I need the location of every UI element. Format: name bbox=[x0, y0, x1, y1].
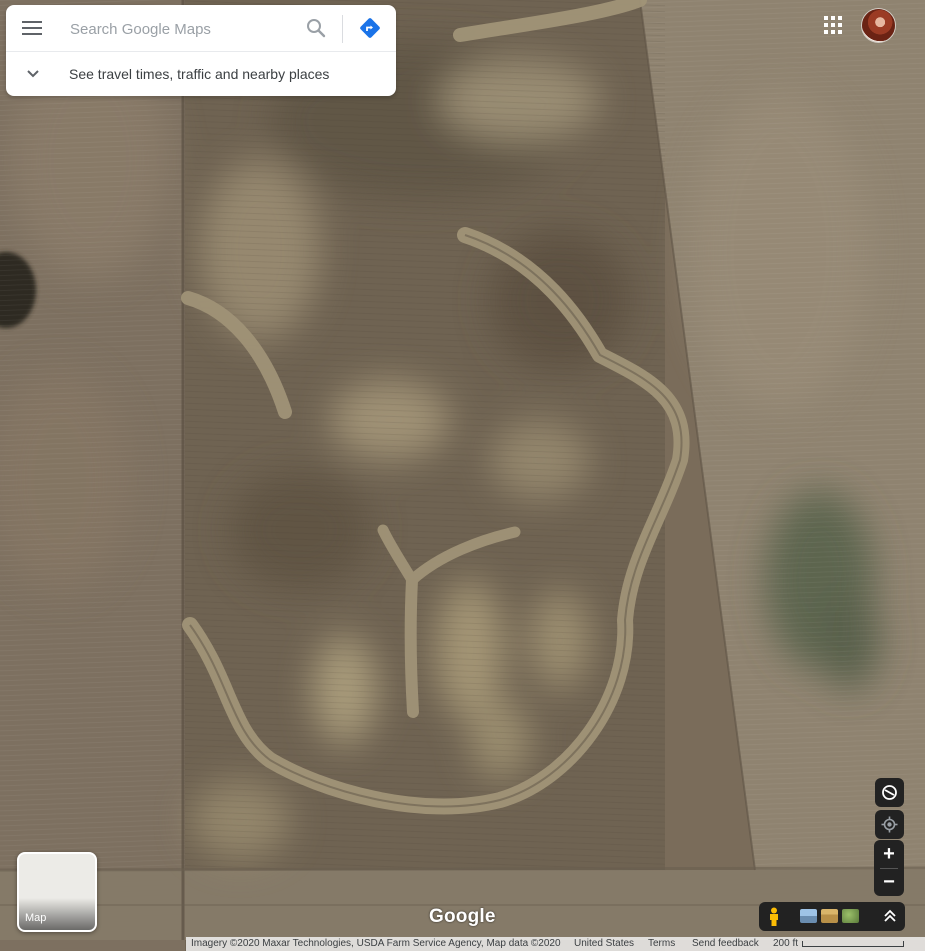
waterway-y-stem bbox=[404, 574, 419, 718]
apps-grid-icon[interactable] bbox=[824, 16, 844, 36]
directions-icon[interactable] bbox=[358, 16, 382, 40]
terms-link[interactable]: Terms bbox=[648, 938, 675, 949]
satellite-map[interactable] bbox=[0, 0, 925, 951]
travel-times-label: See travel times, traffic and nearby pla… bbox=[69, 66, 330, 82]
search-bar bbox=[6, 5, 396, 52]
rotate-view-icon bbox=[882, 785, 897, 800]
google-logo: Google bbox=[429, 906, 496, 927]
layer-toggle-label: Map bbox=[25, 912, 47, 924]
map-layer-toggle[interactable]: Map bbox=[17, 852, 97, 932]
imagery-thumb-2[interactable] bbox=[821, 909, 838, 923]
bottom-tray bbox=[759, 902, 905, 931]
chevron-down-icon bbox=[27, 70, 39, 78]
zoom-in-button[interactable]: + bbox=[874, 840, 904, 868]
search-icon[interactable] bbox=[304, 16, 328, 40]
expand-up-icon[interactable] bbox=[882, 908, 898, 924]
search-input[interactable] bbox=[68, 15, 292, 43]
zoom-controls: + − bbox=[874, 840, 904, 896]
send-feedback-link[interactable]: Send feedback bbox=[692, 938, 759, 949]
footer-bar: Imagery ©2020 Maxar Technologies, USDA F… bbox=[186, 937, 925, 951]
menu-icon[interactable] bbox=[20, 17, 44, 39]
country-link[interactable]: United States bbox=[574, 938, 634, 949]
scale-label[interactable]: 200 ft bbox=[773, 938, 798, 949]
my-location-icon bbox=[881, 816, 898, 833]
zoom-out-button[interactable]: − bbox=[874, 868, 904, 896]
account-avatar[interactable] bbox=[862, 9, 895, 42]
travel-times-toggle[interactable]: See travel times, traffic and nearby pla… bbox=[6, 52, 396, 96]
street-view-pegman-icon[interactable] bbox=[767, 907, 781, 927]
search-panel: See travel times, traffic and nearby pla… bbox=[6, 5, 396, 96]
search-divider bbox=[342, 15, 343, 43]
imagery-thumb-3[interactable] bbox=[842, 909, 859, 923]
imagery-attribution: Imagery ©2020 Maxar Technologies, USDA F… bbox=[191, 938, 561, 949]
my-location-button[interactable] bbox=[875, 810, 904, 839]
rotate-view-button[interactable] bbox=[875, 778, 904, 807]
scale-bar bbox=[802, 941, 904, 947]
imagery-thumb-1[interactable] bbox=[800, 909, 817, 923]
